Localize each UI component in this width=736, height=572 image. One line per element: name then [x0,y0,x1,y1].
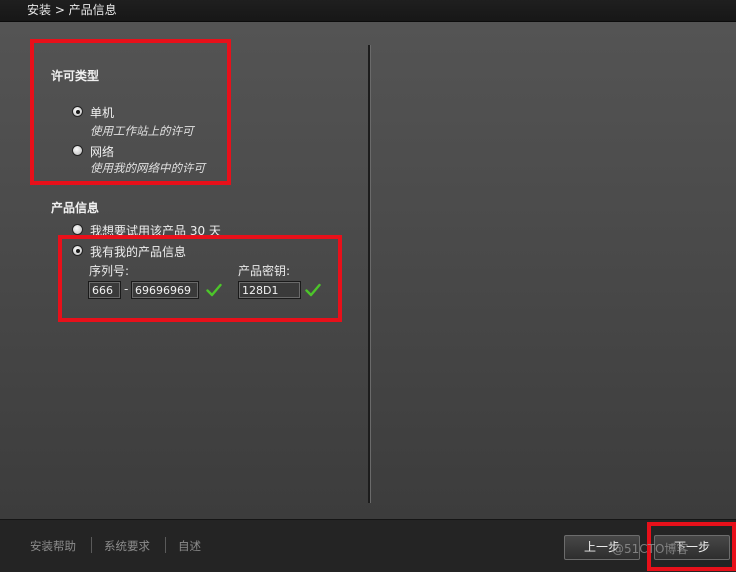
title-bar: 安装 > 产品信息 [0,0,736,22]
footer-link-readme[interactable]: 自述 [178,538,201,554]
highlight-box-license [30,39,231,185]
footer-separator [91,537,92,553]
highlight-box-product-info [58,235,342,322]
panel-divider [368,45,371,503]
radio-trial-button[interactable] [72,224,83,235]
footer-separator [165,537,166,553]
breadcrumb: 安装 > 产品信息 [27,3,117,17]
product-info-title: 产品信息 [51,201,100,215]
footer-link-system-requirements[interactable]: 系统要求 [104,538,150,554]
watermark: @51CTO博客 [612,542,689,556]
footer-link-install-help[interactable]: 安装帮助 [30,538,76,554]
